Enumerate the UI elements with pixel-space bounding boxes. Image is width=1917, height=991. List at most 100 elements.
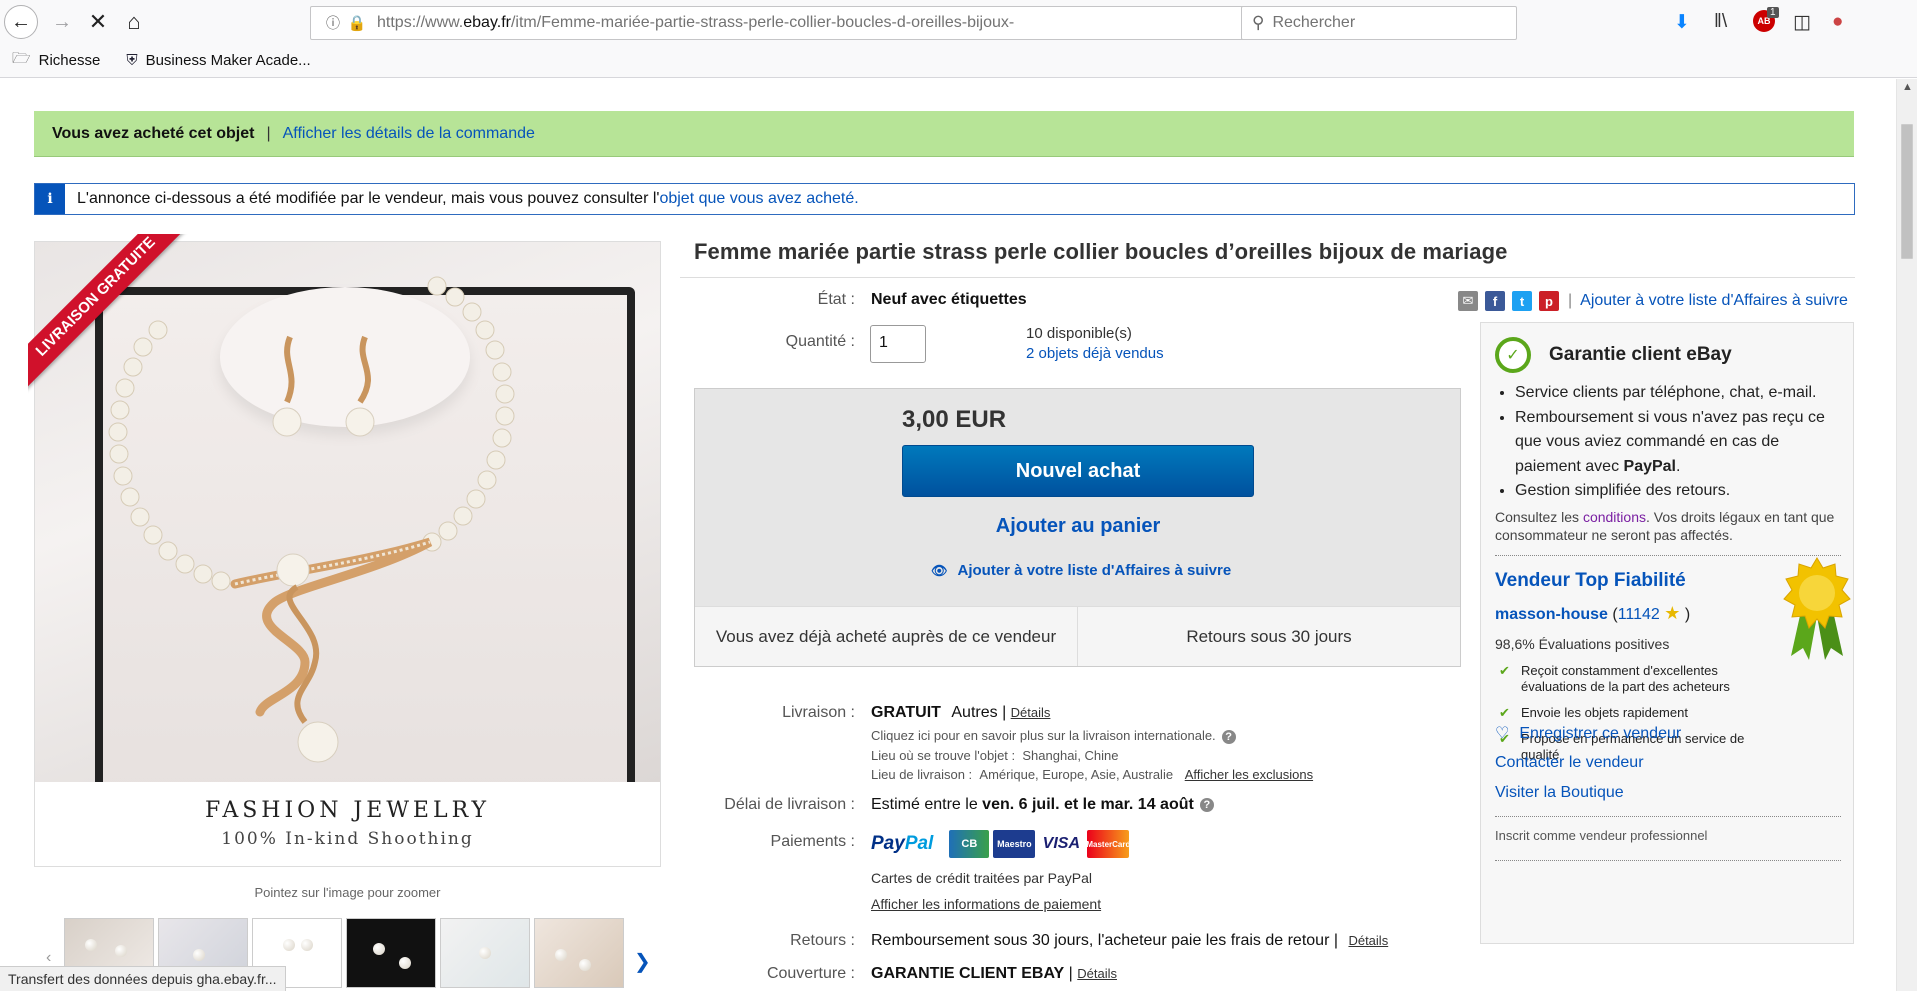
brand-line-1: FASHION JEWELRY [204,798,491,823]
library-icon[interactable]: ‖\ [1714,11,1727,33]
divider [1495,860,1841,861]
back-arrow-icon[interactable]: ← [4,5,38,39]
page-info-icon[interactable]: ⓘ [319,13,347,33]
banner-separator: | [266,124,271,142]
free-shipping-ribbon: LIVRAISON GRATUITE [28,234,198,404]
buy-box-footer: Vous avez déjà acheté auprès de ce vende… [695,606,1460,666]
bookmark-business-maker[interactable]: ⛨ Business Maker Acade... [126,52,310,69]
sidebar-icon[interactable]: ◫ [1793,11,1811,34]
url-text[interactable]: https://www.ebay.fr/itm/Femme-mariée-par… [377,14,1077,32]
lock-icon[interactable]: 🔒 [347,14,367,32]
guarantee-item: Service clients par téléphone, chat, e-m… [1515,381,1844,406]
quality-item: ✔ Reçoit constamment d'excellentes évalua… [1499,663,1730,694]
share-bar: ✉ f t p | Ajouter à votre liste d'Affair… [1458,291,1848,311]
checkmark-icon: ✔ [1499,663,1510,678]
star-icon: ★ [1664,603,1681,623]
exclusions-link[interactable]: Afficher les exclusions [1185,767,1313,782]
download-icon[interactable]: ⬇ [1674,11,1690,34]
sold-count-link[interactable]: 2 objets déjà vendus [1026,345,1164,362]
quantity-input[interactable]: 1 [870,325,926,363]
thumbnail-5[interactable] [440,918,530,988]
home-icon[interactable]: ⌂ [116,4,152,40]
item-title: Femme mariée partie strass perle collier… [694,239,1508,264]
purchased-item-link[interactable]: objet que vous avez acheté. [659,190,858,208]
brand-line-2: 100% In-kind Shoothing [221,829,474,849]
handshake-icon: ✓ [1495,337,1531,373]
payment-logos: PayPal CB Maestro VISA MasterCard [871,830,1133,858]
ribbon-text: LIVRAISON GRATUITE [28,234,198,400]
adblock-count-badge: 1 [1767,7,1779,18]
returns-summary: Retours sous 30 jours [1186,626,1352,646]
visa-card-logo: VISA [1042,835,1081,852]
zoom-hint: Pointez sur l'image pour zoomer [254,885,441,900]
conditions-link[interactable]: conditions [1583,509,1646,525]
payments-label: Paiements : [770,833,855,850]
search-input[interactable]: ⚲ Rechercher [1241,6,1517,40]
top-rated-label: Vendeur Top Fiabilité [1495,570,1686,591]
scrollbar-thumb[interactable] [1901,124,1913,259]
forward-arrow-icon[interactable]: → [44,4,80,40]
shipping-details-link[interactable]: Détails [1011,705,1051,720]
status-bar: Transfert des données depuis gha.ebay.fr… [0,966,286,991]
eye-icon: 👁 [931,562,948,578]
scroll-up-icon[interactable]: ▲ [1902,81,1913,93]
search-icon: ⚲ [1252,13,1265,32]
facebook-share-icon[interactable]: f [1485,291,1505,311]
payment-info-link[interactable]: Afficher les informations de paiement [871,896,1101,912]
folder-icon: 🗁 [12,50,31,67]
pinterest-share-icon[interactable]: p [1539,291,1559,311]
delivery-delay-label: Délai de livraison : [724,796,855,813]
watchlist-link-top[interactable]: Ajouter à votre liste d'Affaires à suivr… [1580,292,1848,310]
stop-loading-icon[interactable]: ✕ [80,4,116,40]
share-separator: | [1568,292,1573,309]
thumbnail-6[interactable] [534,918,624,988]
info-icon: i [35,184,65,214]
twitter-share-icon[interactable]: t [1512,291,1532,311]
page-content: Vous avez acheté cet objet | Afficher le… [0,79,1896,991]
listing-modified-notice: i L'annonce ci-dessous a été modifiée pa… [34,183,1855,215]
chevron-right-icon[interactable]: ❯ [634,949,651,974]
email-share-icon[interactable]: ✉ [1458,291,1478,311]
returns-details-link[interactable]: Détails [1348,933,1388,948]
watchlist-link[interactable]: 👁 Ajouter à votre liste d'Affaires à sui… [931,562,1231,579]
extension-icon[interactable]: ● [1832,11,1843,33]
purchased-banner: Vous avez acheté cet objet | Afficher le… [34,111,1854,157]
visit-shop-link[interactable]: Visiter la Boutique [1495,784,1624,802]
add-to-cart-button[interactable]: Ajouter au panier [902,503,1254,549]
title-divider [680,277,1855,278]
delivery-estimate: Estimé entre le ven. 6 juil. et le mar. … [871,796,1214,814]
contact-seller-link[interactable]: Contacter le vendeur [1495,754,1644,772]
seller-panel: ✓ Garantie client eBay Service clients p… [1480,322,1854,944]
search-placeholder: Rechercher [1272,14,1356,31]
divider [1495,816,1841,817]
cb-card-logo: CB [949,830,990,858]
condition-value: Neuf avec étiquettes [871,291,1027,308]
already-bought-text: Vous avez déjà acheté auprès de ce vende… [695,607,1078,666]
thumbnail-4[interactable] [346,918,436,988]
help-icon[interactable]: ? [1199,797,1214,812]
help-icon[interactable]: ? [1221,729,1236,744]
returns-label: Retours : [790,932,855,949]
shipping-destinations: Lieu de livraison : Amérique, Europe, As… [871,767,1314,782]
coverage-details-link[interactable]: Détails [1077,966,1117,981]
order-details-link[interactable]: Afficher les détails de la commande [283,125,535,143]
shipping-value: GRATUIT Autres | Détails [871,704,1051,721]
scrollbar[interactable]: ▲ [1896,79,1917,991]
brand-strip: FASHION JEWELRY 100% In-kind Shoothing [35,782,660,866]
guarantee-item: Gestion simplifiée des retours. [1515,479,1844,504]
quality-item: ✔ Envoie les objets rapidement [1499,705,1688,720]
item-location: Lieu où se trouve l'objet : Shanghai, Ch… [871,748,1119,763]
feedback-score-link[interactable]: 11142 [1618,606,1660,623]
bookmark-richesse[interactable]: 🗁 Richesse [12,48,100,73]
intl-shipping-note: Cliquez ici pour en savoir plus sur la l… [871,728,1236,744]
seller-name-link[interactable]: masson-house [1495,606,1608,623]
buy-now-button[interactable]: Nouvel achat [902,445,1254,497]
coverage-label: Couverture : [766,965,855,982]
checkmark-icon: ✔ [1499,705,1510,720]
price: 3,00 EUR [902,406,1007,433]
mastercard-logo: MasterCard [1086,830,1130,858]
chevron-left-icon[interactable]: ‹ [46,949,51,967]
shield-icon: ⛨ [126,52,138,69]
condition-label: État : [817,291,855,308]
save-seller-link[interactable]: ♡ Enregistrer ce vendeur [1495,723,1681,743]
